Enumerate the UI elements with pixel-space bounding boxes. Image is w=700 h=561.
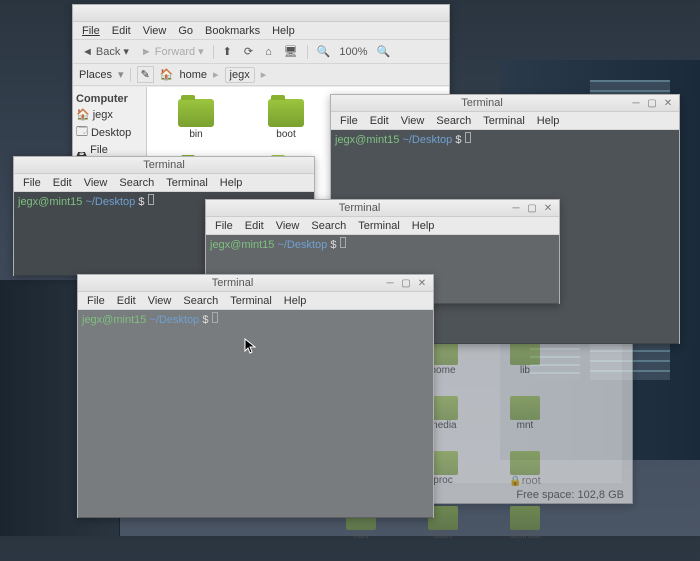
menu-view[interactable]: View xyxy=(143,294,177,308)
close-button[interactable]: ✕ xyxy=(415,277,429,289)
minimize-button[interactable]: ─ xyxy=(509,202,523,214)
menu-file[interactable]: File xyxy=(210,219,238,233)
menu-edit[interactable]: Edit xyxy=(107,24,136,38)
menu-view[interactable]: View xyxy=(138,24,172,38)
menu-help[interactable]: Help xyxy=(532,114,565,128)
close-button[interactable]: ✕ xyxy=(661,97,675,109)
reload-button[interactable]: ⟳ xyxy=(241,44,256,59)
term4-menubar: File Edit View Search Terminal Help xyxy=(78,292,433,310)
sidebar-item-user[interactable]: 🏠 jegx xyxy=(76,107,143,122)
menu-edit[interactable]: Edit xyxy=(48,176,77,190)
minimize-button[interactable]: ─ xyxy=(383,277,397,289)
breadcrumb-user[interactable]: jegx xyxy=(225,67,255,83)
term3-menubar: File Edit View Search Terminal Help xyxy=(206,217,559,235)
term4-titlebar[interactable]: Terminal ─▢✕ xyxy=(78,275,433,292)
maximize-button[interactable]: ▢ xyxy=(645,97,659,109)
term2-titlebar[interactable]: Terminal ─▢✕ xyxy=(331,95,679,112)
menu-file[interactable]: File xyxy=(82,294,110,308)
menu-file[interactable]: File xyxy=(77,24,105,38)
menu-edit[interactable]: Edit xyxy=(365,114,394,128)
folder-lib[interactable]: lib xyxy=(484,341,566,396)
menu-bookmarks[interactable]: Bookmarks xyxy=(200,24,265,38)
menu-file[interactable]: File xyxy=(18,176,46,190)
fm1-titlebar[interactable] xyxy=(73,5,449,22)
menu-search[interactable]: Search xyxy=(431,114,476,128)
menu-terminal[interactable]: Terminal xyxy=(478,114,530,128)
menu-view[interactable]: View xyxy=(79,176,113,190)
fm1-toolbar: ◄ Back ▾ ► Forward ▾ ⬆ ⟳ ⌂ 🖥 🔍 100% 🔍 xyxy=(73,40,449,64)
menu-help[interactable]: Help xyxy=(279,294,312,308)
menu-search[interactable]: Search xyxy=(178,294,223,308)
menu-terminal[interactable]: Terminal xyxy=(161,176,213,190)
breadcrumb-home[interactable]: home xyxy=(179,69,207,81)
edit-path-button[interactable]: ✎ xyxy=(137,66,154,83)
forward-button: ► Forward ▾ xyxy=(138,44,207,59)
menu-view[interactable]: View xyxy=(396,114,430,128)
term3-titlebar[interactable]: Terminal ─▢✕ xyxy=(206,200,559,217)
term1-titlebar[interactable]: Terminal xyxy=(14,157,314,174)
computer-button[interactable]: 🖥 xyxy=(281,44,301,59)
close-button[interactable]: ✕ xyxy=(541,202,555,214)
zoom-out-button[interactable]: 🔍 xyxy=(314,44,334,59)
sidebar-item-desktop[interactable]: 🗔 Desktop xyxy=(76,122,143,143)
menu-file[interactable]: File xyxy=(335,114,363,128)
folder-boot[interactable]: boot xyxy=(241,95,331,155)
back-button[interactable]: ◄ Back ▾ xyxy=(79,44,132,59)
folder-mnt[interactable]: mnt xyxy=(484,396,566,451)
minimize-button[interactable]: ─ xyxy=(629,97,643,109)
menu-view[interactable]: View xyxy=(271,219,305,233)
home-button[interactable]: ⌂ xyxy=(262,45,275,59)
menu-help[interactable]: Help xyxy=(407,219,440,233)
fm1-location: Places ▾ ✎ 🏠 home ▸ jegx ▸ xyxy=(73,64,449,86)
folder-selinux[interactable]: selinux xyxy=(484,506,566,561)
fm1-menubar: File Edit View Go Bookmarks Help xyxy=(73,22,449,40)
breadcrumb-home-icon[interactable]: 🏠 xyxy=(160,68,174,81)
term2-menubar: File Edit View Search Terminal Help xyxy=(331,112,679,130)
menu-edit[interactable]: Edit xyxy=(240,219,269,233)
term4-body[interactable]: jegx@mint15 ~/Desktop $ xyxy=(78,310,433,518)
menu-help[interactable]: Help xyxy=(215,176,248,190)
menu-terminal[interactable]: Terminal xyxy=(353,219,405,233)
maximize-button[interactable]: ▢ xyxy=(399,277,413,289)
zoom-in-button[interactable]: 🔍 xyxy=(374,44,394,59)
maximize-button[interactable]: ▢ xyxy=(525,202,539,214)
terminal-4: Terminal ─▢✕ File Edit View Search Termi… xyxy=(77,274,434,518)
menu-go[interactable]: Go xyxy=(173,24,198,38)
zoom-level: 100% xyxy=(339,46,367,58)
menu-edit[interactable]: Edit xyxy=(112,294,141,308)
menu-help[interactable]: Help xyxy=(267,24,300,38)
up-button[interactable]: ⬆ xyxy=(220,44,235,59)
sidebar-header: Computer xyxy=(76,93,143,105)
folder-bin[interactable]: bin xyxy=(151,95,241,155)
term1-menubar: File Edit View Search Terminal Help xyxy=(14,174,314,192)
places-label: Places xyxy=(79,69,112,81)
menu-search[interactable]: Search xyxy=(306,219,351,233)
menu-search[interactable]: Search xyxy=(114,176,159,190)
menu-terminal[interactable]: Terminal xyxy=(225,294,277,308)
